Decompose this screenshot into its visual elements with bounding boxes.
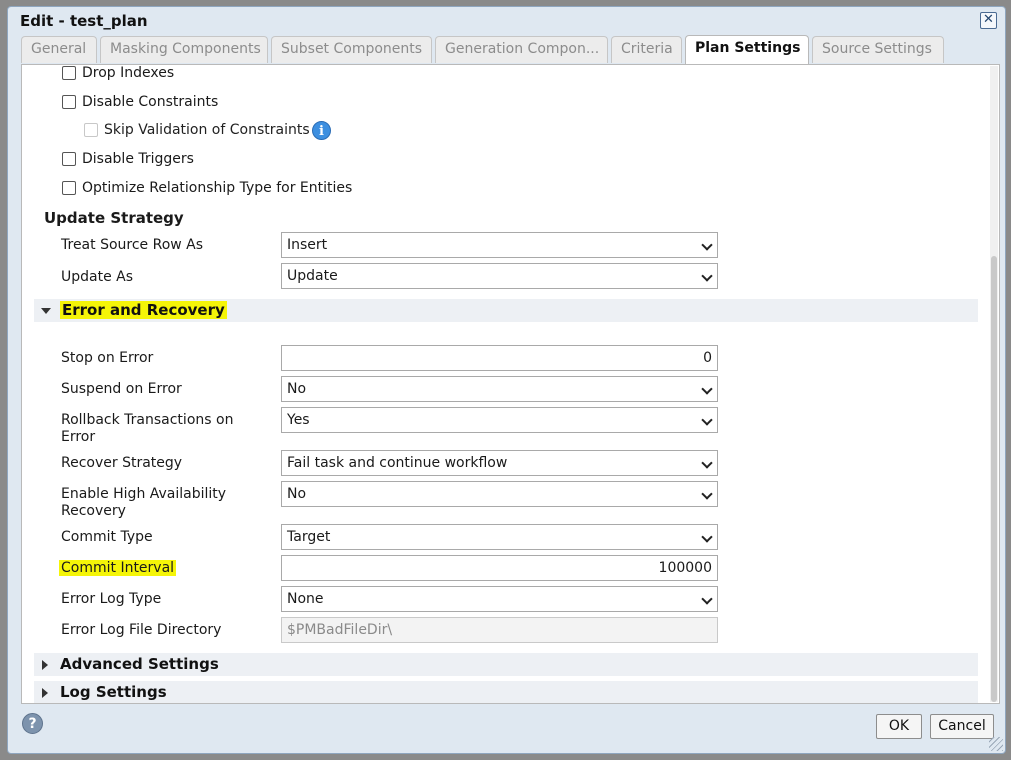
cancel-button[interactable]: Cancel xyxy=(930,714,994,739)
error-log-type-label: Error Log Type xyxy=(61,591,162,607)
recover-strategy-value: Fail task and continue workflow xyxy=(287,455,508,471)
disable-constraints-checkbox[interactable] xyxy=(62,95,76,109)
treat-source-row-select[interactable]: Insert xyxy=(281,232,718,258)
expand-triangle-icon xyxy=(42,688,48,698)
scrollbar-thumb[interactable] xyxy=(991,256,997,702)
commit-interval-label-wrap: Commit Interval xyxy=(59,560,177,577)
commit-type-value: Target xyxy=(287,529,331,545)
drop-indexes-label: Drop Indexes xyxy=(82,65,175,81)
error-recovery-header[interactable]: Error and Recovery xyxy=(34,299,978,322)
ok-button[interactable]: OK xyxy=(876,714,922,739)
optimize-relationship-checkbox[interactable] xyxy=(62,181,76,195)
commit-interval-input[interactable]: 100000 xyxy=(281,555,718,581)
log-settings-title: Log Settings xyxy=(60,683,167,701)
info-icon[interactable]: i xyxy=(312,121,331,140)
high-availability-value: No xyxy=(287,486,307,502)
disable-triggers-label: Disable Triggers xyxy=(82,151,194,167)
error-log-dir-input: $PMBadFileDir\ xyxy=(281,617,718,643)
chevron-down-icon xyxy=(701,270,713,282)
tab-criteria[interactable]: Criteria xyxy=(611,36,682,63)
treat-source-row-value: Insert xyxy=(287,237,328,253)
plan-settings-panel: Drop Indexes Disable Constraints Skip Va… xyxy=(21,64,1000,704)
high-availability-label: Enable High Availability Recovery xyxy=(61,486,227,519)
tab-source-settings[interactable]: Source Settings xyxy=(812,36,944,63)
skip-validation-checkbox xyxy=(84,123,98,137)
recover-strategy-label: Recover Strategy xyxy=(61,455,183,471)
vertical-scrollbar[interactable] xyxy=(990,66,998,702)
stop-on-error-label: Stop on Error xyxy=(61,350,154,366)
log-settings-header[interactable]: Log Settings xyxy=(34,681,978,703)
commit-type-select[interactable]: Target xyxy=(281,524,718,550)
error-log-type-select[interactable]: None xyxy=(281,586,718,612)
collapse-triangle-icon xyxy=(41,308,51,314)
rollback-transactions-value: Yes xyxy=(287,412,310,428)
tab-plan-settings[interactable]: Plan Settings xyxy=(685,35,809,64)
help-icon[interactable]: ? xyxy=(22,713,43,734)
skip-validation-label: Skip Validation of Constraints xyxy=(104,122,310,138)
stop-on-error-input[interactable]: 0 xyxy=(281,345,718,371)
suspend-on-error-select[interactable]: No xyxy=(281,376,718,402)
close-icon[interactable]: ✕ xyxy=(980,12,997,29)
optimize-relationship-label: Optimize Relationship Type for Entities xyxy=(82,180,353,196)
update-as-select[interactable]: Update xyxy=(281,263,718,289)
chevron-down-icon xyxy=(701,457,713,469)
treat-source-row-label: Treat Source Row As xyxy=(61,237,204,253)
suspend-on-error-label: Suspend on Error xyxy=(61,381,182,397)
recover-strategy-select[interactable]: Fail task and continue workflow xyxy=(281,450,718,476)
chevron-down-icon xyxy=(701,383,713,395)
commit-interval-label: Commit Interval xyxy=(59,560,177,576)
advanced-settings-title: Advanced Settings xyxy=(60,655,219,673)
disable-triggers-checkbox[interactable] xyxy=(62,152,76,166)
update-as-value: Update xyxy=(287,268,338,284)
error-log-dir-label: Error Log File Directory xyxy=(61,622,222,638)
tab-bar: General Masking Components Subset Compon… xyxy=(21,35,947,64)
tab-general[interactable]: General xyxy=(21,36,97,63)
chevron-down-icon xyxy=(701,593,713,605)
error-recovery-title: Error and Recovery xyxy=(60,301,227,319)
dialog-title: Edit - test_plan xyxy=(20,12,148,30)
chevron-down-icon xyxy=(701,239,713,251)
chevron-down-icon xyxy=(701,488,713,500)
expand-triangle-icon xyxy=(42,660,48,670)
rollback-transactions-select[interactable]: Yes xyxy=(281,407,718,433)
update-as-label: Update As xyxy=(61,269,134,285)
tab-masking-components[interactable]: Masking Components xyxy=(100,36,268,63)
edit-dialog: Edit - test_plan ✕ General Masking Compo… xyxy=(7,6,1006,754)
suspend-on-error-value: No xyxy=(287,381,307,397)
update-strategy-heading: Update Strategy xyxy=(44,209,184,227)
tab-subset-components[interactable]: Subset Components xyxy=(271,36,432,63)
resize-grip-icon[interactable] xyxy=(989,737,1003,751)
chevron-down-icon xyxy=(701,414,713,426)
disable-constraints-label: Disable Constraints xyxy=(82,94,219,110)
chevron-down-icon xyxy=(701,531,713,543)
error-log-type-value: None xyxy=(287,591,324,607)
advanced-settings-header[interactable]: Advanced Settings xyxy=(34,653,978,676)
drop-indexes-checkbox[interactable] xyxy=(62,66,76,80)
tab-generation-components[interactable]: Generation Compon... xyxy=(435,36,608,63)
high-availability-select[interactable]: No xyxy=(281,481,718,507)
commit-type-label: Commit Type xyxy=(61,529,153,545)
rollback-transactions-label: Rollback Transactions on Error xyxy=(61,412,234,445)
